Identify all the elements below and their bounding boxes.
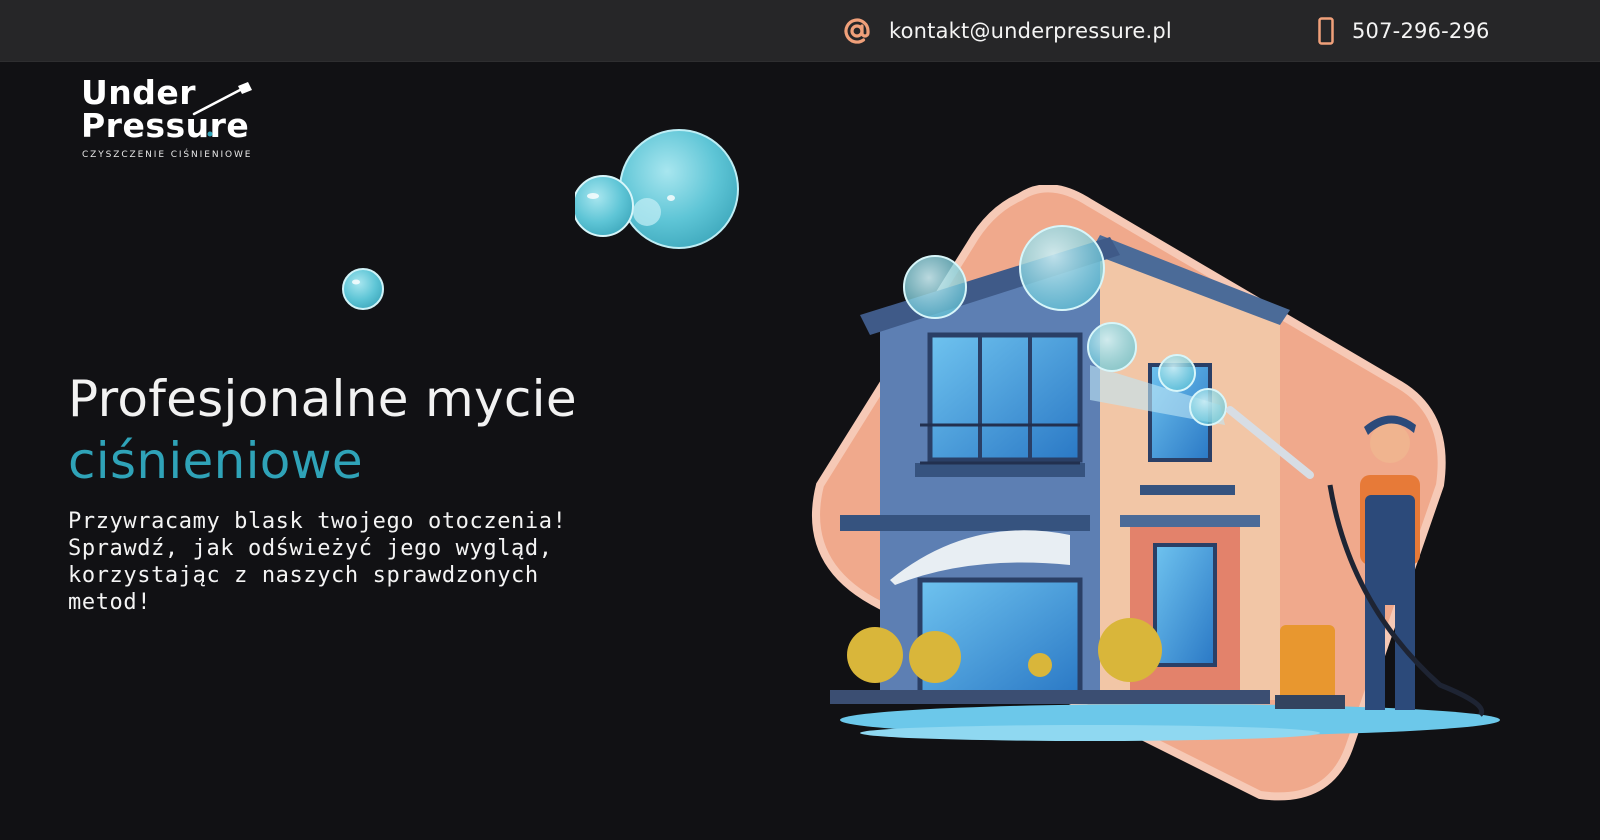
contact-phone[interactable]: 507-296-296: [1318, 0, 1490, 62]
email-link[interactable]: kontakt@underpressure.pl: [889, 19, 1172, 43]
hero-title-accent: ciśnieniowe: [68, 432, 363, 490]
logo-tagline: CZYSZCZENIE CIŚNIENIOWE: [82, 150, 253, 160]
hero-title: Profesjonalne mycie ciśnieniowe: [68, 368, 577, 492]
small-bubble-decoration: [342, 268, 384, 310]
pressure-washer-icon: [192, 82, 252, 137]
logo[interactable]: Under Pressure CZYSZCZENIE CIŚNIENIOWE: [80, 76, 270, 162]
at-sign-icon: [843, 17, 871, 45]
bubble-cluster-decoration: [575, 129, 739, 249]
contact-email[interactable]: kontakt@underpressure.pl: [843, 0, 1172, 62]
phone-icon: [1318, 17, 1334, 45]
top-contact-bar: kontakt@underpressure.pl 507-296-296: [0, 0, 1600, 62]
phone-link[interactable]: 507-296-296: [1352, 19, 1490, 43]
hero-subtitle: Przywracamy blask twojego otoczenia! Spr…: [68, 509, 567, 615]
house-cleaning-illustration: [812, 185, 1500, 801]
logo-line1: Under: [81, 73, 197, 112]
hero-title-line1: Profesjonalne mycie: [68, 370, 577, 428]
